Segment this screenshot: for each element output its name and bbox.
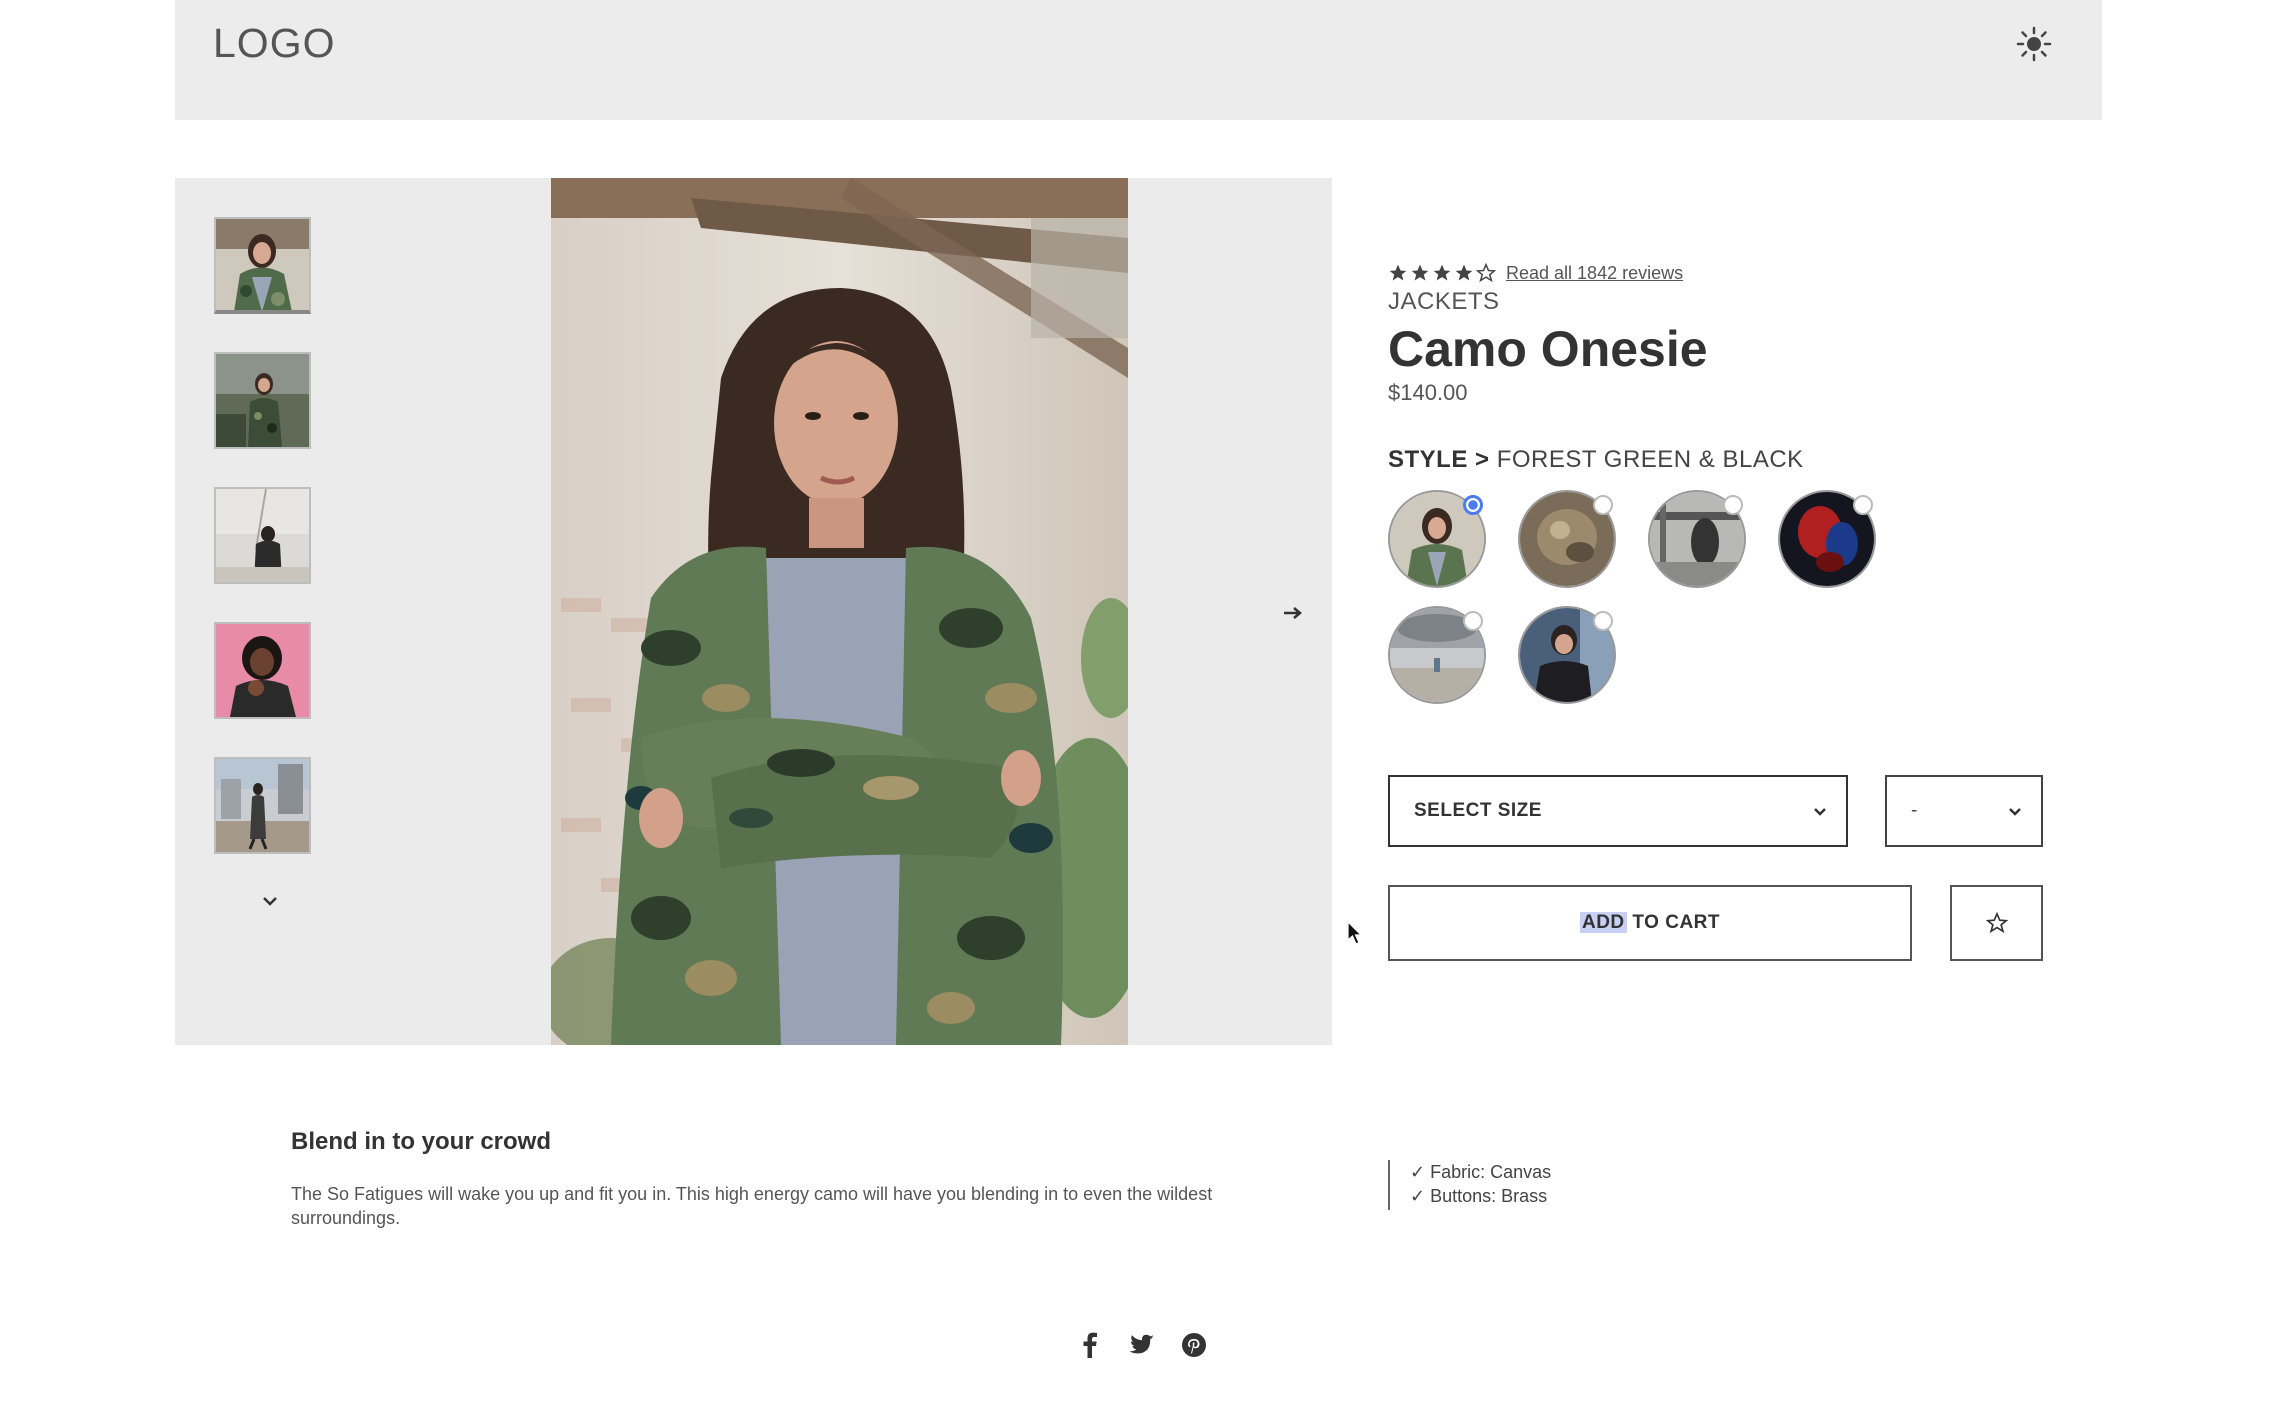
swatch-indicator bbox=[1593, 495, 1613, 515]
star-outline-icon bbox=[1985, 912, 2008, 934]
swatch-indicator bbox=[1463, 611, 1483, 631]
feature-item: ✓ Buttons: Brass bbox=[1410, 1186, 1548, 1206]
thumbnail-1[interactable] bbox=[214, 217, 311, 314]
chevron-down-icon[interactable] bbox=[255, 886, 285, 916]
favorite-button[interactable] bbox=[1950, 885, 2043, 961]
star-filled-icon bbox=[1433, 264, 1451, 281]
chevron-down-icon bbox=[1812, 799, 1828, 828]
arrow-right-icon[interactable] bbox=[1273, 598, 1313, 628]
swatch-indicator bbox=[1593, 611, 1613, 631]
star-outline-icon bbox=[1476, 263, 1496, 283]
swatch-indicator bbox=[1853, 495, 1873, 515]
product-gallery bbox=[175, 178, 1332, 1045]
facebook-icon[interactable] bbox=[1075, 1330, 1105, 1360]
product-price: $140.00 bbox=[1388, 380, 1468, 405]
star-filled-icon bbox=[1389, 264, 1407, 281]
star-rating bbox=[1388, 263, 1496, 283]
add-to-cart-label: ADD TO CART bbox=[1579, 912, 1721, 934]
style-prefix: STYLE > bbox=[1388, 446, 1490, 473]
add-to-cart-button[interactable]: ADD TO CART bbox=[1388, 885, 1912, 961]
pinterest-icon[interactable] bbox=[1179, 1330, 1209, 1360]
star-filled-icon bbox=[1455, 264, 1473, 281]
star-filled-icon bbox=[1411, 264, 1429, 281]
size-select-label: SELECT SIZE bbox=[1414, 800, 1542, 821]
add-to-cart-rest: TO CART bbox=[1626, 912, 1721, 933]
product-title: Camo Onesie bbox=[1388, 321, 1708, 377]
thumbnail-4[interactable] bbox=[214, 622, 311, 719]
description-title: Blend in to your crowd bbox=[291, 1128, 552, 1155]
social-links bbox=[1075, 1330, 1209, 1360]
product-category: JACKETS bbox=[1388, 288, 1500, 315]
description-body: The So Fatigues will wake you up and fit… bbox=[291, 1184, 1213, 1228]
size-select[interactable]: SELECT SIZE bbox=[1388, 775, 1848, 847]
quantity-select-label: - bbox=[1911, 800, 1918, 821]
chevron-down-icon bbox=[2007, 799, 2023, 828]
feature-item: ✓ Fabric: Canvas bbox=[1410, 1162, 1552, 1182]
reviews-link[interactable]: Read all 1842 reviews bbox=[1506, 263, 1683, 284]
swatch-selected-indicator bbox=[1463, 495, 1483, 515]
product-info: Read all 1842 reviews JACKETS Camo Onesi… bbox=[1388, 258, 2088, 406]
style-label: STYLE > FOREST GREEN & BLACK bbox=[1388, 446, 1804, 474]
style-selected-name: FOREST GREEN & BLACK bbox=[1496, 446, 1804, 473]
main-product-image bbox=[551, 178, 1128, 1045]
thumbnail-2[interactable] bbox=[214, 352, 311, 449]
add-to-cart-highlight: ADD bbox=[1579, 912, 1627, 933]
sun-icon[interactable] bbox=[2014, 24, 2054, 64]
thumbnail-5[interactable] bbox=[214, 757, 311, 854]
mouse-cursor-icon bbox=[1346, 920, 1364, 951]
quantity-select[interactable]: - bbox=[1885, 775, 2043, 847]
rating-row: Read all 1842 reviews bbox=[1388, 258, 2088, 288]
feature-list: ✓ Fabric: Canvas ✓ Buttons: Brass bbox=[1388, 1160, 1551, 1210]
thumbnail-list bbox=[214, 217, 311, 892]
swatch-indicator bbox=[1723, 495, 1743, 515]
twitter-icon[interactable] bbox=[1127, 1330, 1157, 1360]
thumbnail-3[interactable] bbox=[214, 487, 311, 584]
site-header: LOGO bbox=[175, 0, 2102, 120]
logo[interactable]: LOGO bbox=[213, 20, 335, 67]
